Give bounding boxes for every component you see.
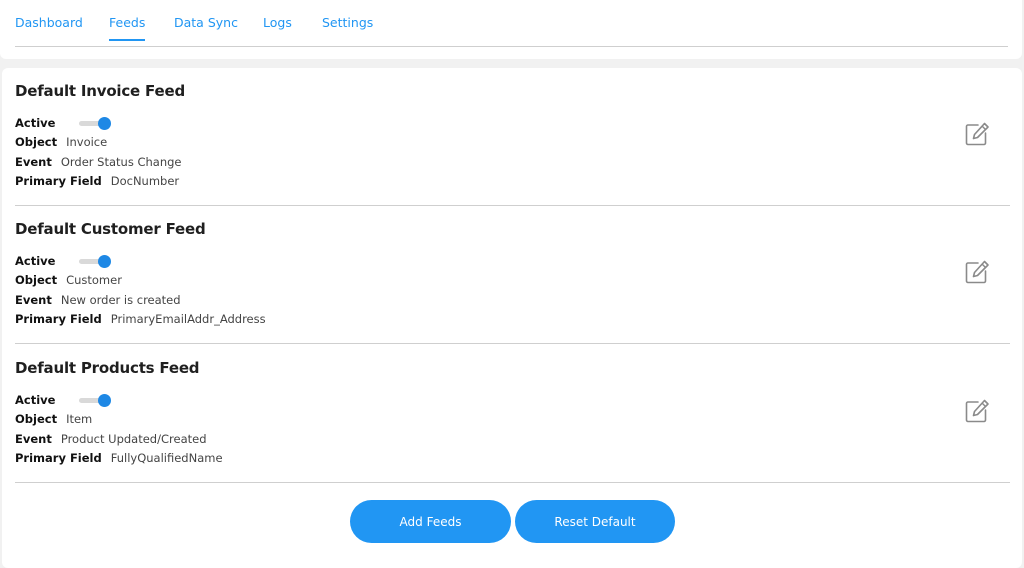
feed-card-customer: Default Customer Feed Active Object Custo…	[15, 206, 1010, 344]
event-label: Event	[15, 432, 52, 446]
event-row: Event Order Status Change	[15, 155, 182, 169]
active-label: Active	[15, 254, 56, 268]
primary-field-row: Primary Field PrimaryEmailAddr_Address	[15, 312, 266, 326]
primary-field-value: DocNumber	[110, 174, 180, 188]
event-row: Event Product Updated/Created	[15, 432, 207, 446]
event-row: Event New order is created	[15, 293, 181, 307]
event-value: New order is created	[60, 293, 181, 307]
edit-icon[interactable]	[964, 398, 990, 424]
add-feeds-button[interactable]: Add Feeds	[350, 500, 511, 543]
active-row: Active	[15, 116, 111, 130]
primary-field-label: Primary Field	[15, 174, 102, 188]
active-row: Active	[15, 254, 111, 268]
event-value: Order Status Change	[60, 155, 182, 169]
primary-field-label: Primary Field	[15, 312, 102, 326]
active-toggle[interactable]	[79, 117, 111, 130]
object-label: Object	[15, 135, 58, 149]
object-row: Object Invoice	[15, 135, 107, 149]
tab-settings[interactable]: Settings	[322, 15, 373, 40]
edit-icon[interactable]	[964, 259, 990, 285]
active-row: Active	[15, 393, 111, 407]
object-value: Invoice	[66, 135, 108, 149]
feed-title: Default Customer Feed	[15, 220, 206, 238]
primary-field-row: Primary Field FullyQualifiedName	[15, 451, 223, 465]
feed-card-products: Default Products Feed Active Object Item …	[15, 345, 1010, 483]
primary-field-value: PrimaryEmailAddr_Address	[110, 312, 266, 326]
tab-data-sync[interactable]: Data Sync	[174, 15, 238, 40]
active-label: Active	[15, 116, 56, 130]
active-toggle[interactable]	[79, 255, 111, 268]
event-value: Product Updated/Created	[60, 432, 207, 446]
tab-dashboard[interactable]: Dashboard	[15, 15, 83, 40]
object-value: Item	[66, 412, 93, 426]
primary-field-row: Primary Field DocNumber	[15, 174, 179, 188]
reset-default-button[interactable]: Reset Default	[515, 500, 675, 543]
feed-title: Default Invoice Feed	[15, 82, 185, 100]
feed-card-invoice: Default Invoice Feed Active Object Invoic…	[15, 68, 1010, 206]
object-row: Object Customer	[15, 273, 122, 287]
object-value: Customer	[66, 273, 122, 287]
primary-field-label: Primary Field	[15, 451, 102, 465]
feeds-panel: Default Invoice Feed Active Object Invoic…	[2, 68, 1022, 568]
edit-icon[interactable]	[964, 121, 990, 147]
object-row: Object Item	[15, 412, 92, 426]
tab-bar: Dashboard Feeds Data Sync Logs Settings	[15, 0, 1008, 47]
active-toggle[interactable]	[79, 394, 111, 407]
active-label: Active	[15, 393, 56, 407]
object-label: Object	[15, 273, 58, 287]
top-navigation: Dashboard Feeds Data Sync Logs Settings	[0, 0, 1022, 59]
event-label: Event	[15, 155, 52, 169]
tab-feeds[interactable]: Feeds	[109, 15, 146, 41]
tab-logs[interactable]: Logs	[263, 15, 292, 40]
feed-title: Default Products Feed	[15, 359, 200, 377]
object-label: Object	[15, 412, 58, 426]
primary-field-value: FullyQualifiedName	[110, 451, 223, 465]
event-label: Event	[15, 293, 52, 307]
